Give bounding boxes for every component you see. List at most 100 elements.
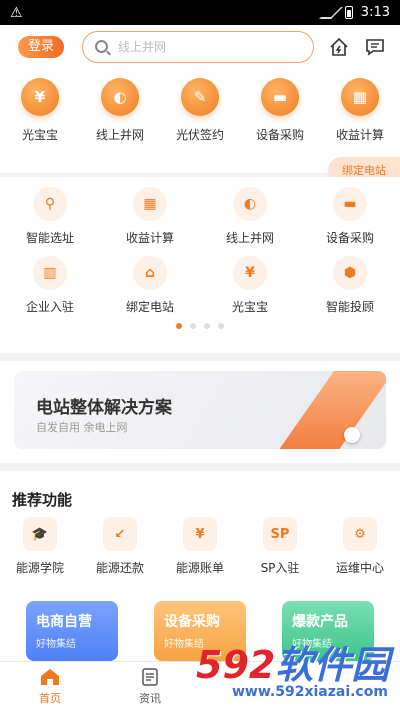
- service-item[interactable]: ▬ 设备采购: [310, 187, 390, 246]
- watermark-url: www.592xiazai.com: [232, 684, 388, 700]
- service-item[interactable]: ¥ 光宝宝: [210, 256, 290, 315]
- service-item-label: 收益计算: [125, 231, 174, 245]
- top-nav-item[interactable]: ◐ 线上并网: [82, 78, 158, 143]
- search-input[interactable]: [118, 39, 278, 54]
- wallet-icon: ▬: [333, 187, 367, 221]
- lightning-house-icon[interactable]: [328, 36, 350, 58]
- recommend-item-label: 能源还款: [95, 561, 144, 575]
- top-nav-item[interactable]: ✎ 光伏签约: [162, 78, 238, 143]
- recommend-section: 推荐功能 🎓 能源学院 ↙ 能源还款 ¥ 能源账单 SP SP入驻 ⚙ 运维中心 电商自营好物集结…: [0, 471, 400, 661]
- top-nav-label: 线上并网: [95, 128, 144, 142]
- login-button[interactable]: 登录: [18, 35, 64, 58]
- page-dot[interactable]: [190, 323, 196, 329]
- status-time: 3:13: [360, 5, 390, 20]
- advisor-icon: ⬢: [333, 256, 367, 290]
- recommend-title: 推荐功能: [12, 491, 73, 509]
- top-nav-item[interactable]: ▬ 设备采购: [242, 78, 318, 143]
- banner-title: 电站整体解决方案: [36, 398, 172, 418]
- service-item-label: 设备采购: [325, 231, 374, 245]
- service-grid-row: ⚲ 智能选址 ▦ 收益计算 ◐ 线上并网 ▬ 设备采购: [0, 177, 400, 246]
- product-card-title: 爆款产品: [292, 614, 348, 630]
- banner-decoration: [270, 371, 386, 449]
- top-nav-item[interactable]: ▦ 收益计算: [322, 78, 398, 143]
- repayment-icon: ↙: [103, 517, 137, 551]
- tab-home[interactable]: 首页: [0, 662, 100, 711]
- service-item-label: 企业入驻: [25, 300, 74, 314]
- banner-section: 电站整体解决方案 自发自用 余电上网: [0, 361, 400, 463]
- top-nav-item[interactable]: ¥ 光宝宝: [2, 78, 78, 143]
- service-item-label: 光宝宝: [231, 300, 268, 314]
- page-dot[interactable]: [204, 323, 210, 329]
- money-bag-icon: ¥: [233, 256, 267, 290]
- home-lightning-icon: ⌂: [133, 256, 167, 290]
- calculator-icon: ▦: [133, 187, 167, 221]
- calculator-icon: ▦: [341, 78, 379, 116]
- product-card-title: 电商自营: [36, 614, 92, 630]
- banner-subtitle: 自发自用 余电上网: [36, 421, 128, 434]
- service-item[interactable]: ⌂ 绑定电站: [110, 256, 190, 315]
- recommend-item[interactable]: SP SP入驻: [242, 517, 318, 576]
- warning-icon: ⚠: [10, 4, 23, 21]
- service-item[interactable]: ▦ 收益计算: [110, 187, 190, 246]
- tab-label: 资讯: [139, 692, 161, 705]
- top-nav-label: 设备采购: [255, 128, 304, 142]
- status-bar: ⚠ 3:13: [0, 0, 400, 25]
- battery-icon: [344, 6, 353, 19]
- service-item-label: 线上并网: [225, 231, 274, 245]
- page-dot[interactable]: [176, 323, 182, 329]
- watermark-name: 软件园: [275, 643, 390, 687]
- site-watermark: 592软件园 www.592xiazai.com: [196, 634, 400, 711]
- top-section: 登录 ¥ 光宝宝 ◐ 线上并网 ✎ 光伏签约 ▬ 设备采购 ▦ 收益计算: [0, 25, 400, 173]
- watermark-number: 592: [196, 643, 276, 687]
- recommend-item[interactable]: 🎓 能源学院: [2, 517, 78, 576]
- top-nav-label: 光伏签约: [175, 128, 224, 142]
- product-card-title: 设备采购: [164, 614, 220, 630]
- search-icon: [95, 40, 108, 53]
- contract-icon: ✎: [181, 78, 219, 116]
- money-bag-icon: ¥: [21, 78, 59, 116]
- graduation-cap-icon: 🎓: [23, 517, 57, 551]
- globe-icon: ◐: [233, 187, 267, 221]
- solution-banner[interactable]: 电站整体解决方案 自发自用 余电上网: [14, 371, 386, 449]
- globe-icon: ◐: [101, 78, 139, 116]
- top-nav-label: 收益计算: [335, 128, 384, 142]
- service-item-label: 绑定电站: [125, 300, 174, 314]
- recommend-row: 🎓 能源学院 ↙ 能源还款 ¥ 能源账单 SP SP入驻 ⚙ 运维中心: [0, 517, 400, 576]
- page-indicator: [0, 323, 400, 329]
- bill-icon: ¥: [183, 517, 217, 551]
- product-card[interactable]: 电商自营 好物集结: [26, 601, 118, 661]
- sp-icon: SP: [263, 517, 297, 551]
- search-box[interactable]: [82, 30, 314, 63]
- watermark-text: 592软件园: [196, 634, 389, 689]
- service-item-label: 智能选址: [25, 231, 74, 245]
- home-icon: [41, 669, 59, 685]
- signal-icon: [318, 6, 343, 19]
- top-nav-label: 光宝宝: [21, 128, 58, 142]
- tab-label: 首页: [39, 692, 61, 705]
- page-dot[interactable]: [218, 323, 224, 329]
- maintenance-icon: ⚙: [343, 517, 377, 551]
- service-grid: ⚲ 智能选址 ▦ 收益计算 ◐ 线上并网 ▬ 设备采购 ▥ 企业入驻 ⌂ 绑定电站 ¥ 光宝宝 ⬢ 智能投顾: [0, 177, 400, 353]
- recommend-item-label: 能源学院: [15, 561, 64, 575]
- recommend-item-label: SP入驻: [260, 561, 300, 575]
- message-icon[interactable]: [364, 36, 386, 58]
- wallet-icon: ▬: [261, 78, 299, 116]
- location-pin-icon: ⚲: [33, 187, 67, 221]
- recommend-item-label: 运维中心: [335, 561, 384, 575]
- building-icon: ▥: [33, 256, 67, 290]
- service-item[interactable]: ◐ 线上并网: [210, 187, 290, 246]
- service-item[interactable]: ⬢ 智能投顾: [310, 256, 390, 315]
- banner-knob: [344, 427, 360, 443]
- recommend-item[interactable]: ↙ 能源还款: [82, 517, 158, 576]
- service-grid-row: ▥ 企业入驻 ⌂ 绑定电站 ¥ 光宝宝 ⬢ 智能投顾: [0, 246, 400, 315]
- service-item[interactable]: ▥ 企业入驻: [10, 256, 90, 315]
- tab-news[interactable]: 资讯: [100, 662, 200, 711]
- news-icon: [142, 668, 158, 686]
- service-item[interactable]: ⚲ 智能选址: [10, 187, 90, 246]
- recommend-item[interactable]: ¥ 能源账单: [162, 517, 238, 576]
- header: 登录: [0, 25, 400, 68]
- product-card-subtitle: 好物集结: [36, 639, 76, 650]
- top-nav: ¥ 光宝宝 ◐ 线上并网 ✎ 光伏签约 ▬ 设备采购 ▦ 收益计算: [0, 68, 400, 143]
- recommend-item[interactable]: ⚙ 运维中心: [322, 517, 398, 576]
- service-item-label: 智能投顾: [325, 300, 374, 314]
